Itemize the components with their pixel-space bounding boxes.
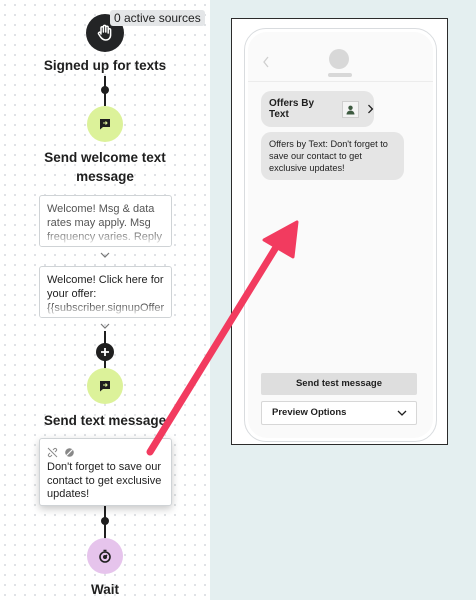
selected-card-text: Don't forget to save our contact to get … <box>47 461 162 500</box>
plus-icon <box>101 348 109 356</box>
active-sources-badge: 0 active sources <box>110 10 205 26</box>
no-link-icon <box>47 447 58 458</box>
preview-options-label: Preview Options <box>272 407 347 418</box>
chevron-left-icon[interactable] <box>262 56 270 68</box>
send-text-title: Send text message <box>43 413 167 428</box>
welcome-message-node[interactable] <box>87 106 123 142</box>
contact-name-placeholder <box>328 73 352 77</box>
chevron-down-icon <box>100 252 110 258</box>
preview-options-dropdown[interactable]: Preview Options <box>261 401 417 425</box>
timer-icon <box>99 549 111 563</box>
sender-chip[interactable]: Offers By Text <box>261 91 374 127</box>
person-icon <box>342 100 360 118</box>
message-bubble: Offers by Text: Don't forget to save our… <box>261 132 404 180</box>
add-step-button[interactable] <box>96 343 114 361</box>
trigger-title: Signed up for texts <box>43 58 167 73</box>
no-image-icon <box>65 448 74 457</box>
wait-title: Wait <box>91 582 119 597</box>
chevron-down-icon <box>397 410 407 416</box>
phone-header <box>248 32 433 82</box>
phone-screen: Offers By Text Offers by Text: Don't for… <box>248 32 433 438</box>
send-test-message-button[interactable]: Send test message <box>261 373 417 395</box>
connector-dot <box>101 86 109 94</box>
welcome-node-title-line: Send welcome text <box>44 150 166 165</box>
welcome-message-card[interactable]: Welcome! Msg & data rates may apply. Msg… <box>39 195 172 247</box>
welcome-node-title-line: message <box>76 169 134 184</box>
message-icon <box>100 381 110 392</box>
selected-message-card[interactable]: Don't forget to save our contact to get … <box>39 438 172 506</box>
connector-dot <box>101 517 109 525</box>
send-text-node[interactable] <box>87 368 123 404</box>
offer-message-card[interactable]: Welcome! Click here for your offer: {{su… <box>39 266 172 318</box>
card-icons <box>47 447 164 458</box>
hand-icon <box>97 24 112 41</box>
chevron-right-icon <box>368 104 374 114</box>
wait-node[interactable] <box>87 538 123 574</box>
contact-avatar <box>329 49 349 69</box>
sender-name: Offers By Text <box>269 98 315 120</box>
chevron-down-icon <box>100 323 110 329</box>
message-icon <box>100 119 110 130</box>
welcome-node-title: Send welcome text message <box>0 148 210 186</box>
